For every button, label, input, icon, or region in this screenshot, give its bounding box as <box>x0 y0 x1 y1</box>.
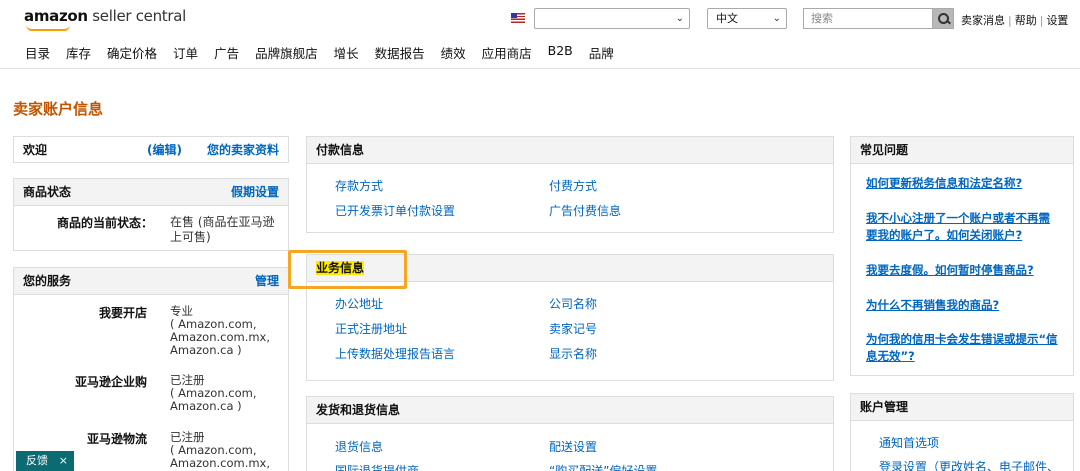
nav-pricing[interactable]: 确定价格 <box>107 43 157 62</box>
page-title: 卖家账户信息 <box>13 100 104 118</box>
edit-link[interactable]: (编辑) <box>147 137 182 163</box>
nav-orders[interactable]: 订单 <box>173 43 198 62</box>
merchant-token-link[interactable]: 卖家记号 <box>549 320 597 337</box>
listing-status-box: 商品状态 假期设置 商品的当前状态： 在售 (商品在亚马逊上可售) <box>13 178 289 251</box>
service-key: 我要开店 <box>98 306 147 320</box>
display-name-link[interactable]: 显示名称 <box>549 345 597 362</box>
nav-reports[interactable]: 数据报告 <box>375 43 425 62</box>
shipping-returns-header: 发货和退货信息 <box>307 397 833 424</box>
welcome-label: 欢迎 <box>23 143 48 157</box>
charge-methods-link[interactable]: 付费方式 <box>549 177 597 194</box>
faq-link[interactable]: 如何更新税务信息和法定名称? <box>866 175 1061 192</box>
highlight-annotation <box>288 250 407 289</box>
nav-catalog[interactable]: 目录 <box>25 43 50 62</box>
header-divider <box>0 68 1080 69</box>
chevron-down-icon: ⌄ <box>675 13 684 24</box>
amazon-smile-icon <box>26 25 70 31</box>
login-settings-link[interactable]: 登录设置（更改姓名、电子邮件、 <box>879 458 1059 471</box>
shipping-returns-box: 发货和退货信息 <box>306 396 834 471</box>
office-address-link[interactable]: 办公地址 <box>335 295 383 312</box>
account-management-title: 账户管理 <box>860 400 909 414</box>
top-links: 卖家消息 | 帮助 | 设置 <box>961 14 1069 27</box>
services-title: 您的服务 <box>23 274 72 288</box>
search-input[interactable]: 搜索 <box>803 8 933 29</box>
buy-shipping-prefs-link[interactable]: “购买配送”偏好设置 <box>549 462 657 471</box>
return-info-link[interactable]: 退货信息 <box>335 438 383 455</box>
service-key: 亚马逊物流 <box>86 432 147 446</box>
notification-prefs-link[interactable]: 通知首选项 <box>879 434 939 451</box>
service-value-l4: Amazon.ca ) <box>170 343 242 357</box>
search-icon[interactable] <box>932 8 954 29</box>
settings-link[interactable]: 设置 <box>1046 14 1068 27</box>
payment-info-header: 付款信息 <box>307 137 833 164</box>
services-header: 您的服务 管理 <box>14 268 288 295</box>
listing-status-value: 在售 (商品在亚马逊上可售) <box>170 215 275 244</box>
faq-link[interactable]: 为什么不再销售我的商品? <box>866 297 1061 314</box>
seller-profile-link[interactable]: 您的卖家资料 <box>207 137 279 163</box>
manage-services-link[interactable]: 管理 <box>255 268 279 295</box>
close-icon[interactable]: × <box>59 451 68 471</box>
company-name-link[interactable]: 公司名称 <box>549 295 597 312</box>
nav-inventory[interactable]: 库存 <box>66 43 91 62</box>
logo-brand: amazon <box>24 7 88 25</box>
logo-product: seller central <box>87 7 186 25</box>
seller-messages-link[interactable]: 卖家消息 <box>961 14 1005 27</box>
faq-link[interactable]: 我要去度假。如何暂时停售商品? <box>866 262 1061 279</box>
chevron-down-icon: ⌄ <box>772 13 781 24</box>
nav-appstore[interactable]: 应用商店 <box>482 43 532 62</box>
marketplace-select[interactable]: ⌄ <box>534 8 690 29</box>
payment-info-title: 付款信息 <box>316 143 365 157</box>
search-placeholder: 搜索 <box>811 12 833 25</box>
shipping-returns-title: 发货和退货信息 <box>316 403 401 417</box>
nav-advertising[interactable]: 广告 <box>214 43 239 62</box>
nav-b2b[interactable]: B2B <box>548 43 573 62</box>
faq-header: 常见问题 <box>851 137 1073 164</box>
service-value-l3: Amazon.ca ) <box>170 399 242 413</box>
faq-title: 常见问题 <box>860 143 909 157</box>
nav-brands[interactable]: 品牌 <box>589 43 614 62</box>
listing-status-title: 商品状态 <box>23 185 72 199</box>
services-box: 您的服务 管理 我要开店 专业 ( Amazon.com, Amazon.com… <box>13 267 289 471</box>
intl-returns-provider-link[interactable]: 国际退货提供商 <box>335 462 419 471</box>
help-link[interactable]: 帮助 <box>1015 14 1037 27</box>
nav-growth[interactable]: 增长 <box>334 43 359 62</box>
nav-stores[interactable]: 品牌旗舰店 <box>255 43 318 62</box>
listing-status-header: 商品状态 假期设置 <box>14 179 288 206</box>
feedback-label: 反馈 <box>26 454 48 467</box>
registered-address-link[interactable]: 正式注册地址 <box>335 320 407 337</box>
account-management-header: 账户管理 <box>851 394 1073 421</box>
shipping-settings-link[interactable]: 配送设置 <box>549 438 597 455</box>
faq-link[interactable]: 我不小心注册了一个账户或者不再需要我的账户了。如何关闭账户? <box>866 210 1061 244</box>
deposit-methods-link[interactable]: 存款方式 <box>335 177 383 194</box>
faq-link[interactable]: 为何我的信用卡会发生错误或提示“信息无效”? <box>866 331 1061 365</box>
welcome-box: 欢迎 (编辑) 您的卖家资料 <box>13 136 289 163</box>
language-select[interactable]: 中文 ⌄ <box>707 8 787 29</box>
language-value: 中文 <box>716 12 738 25</box>
nav-performance[interactable]: 绩效 <box>441 43 466 62</box>
us-flag-icon <box>511 13 525 23</box>
invoiced-order-payment-link[interactable]: 已开发票订单付款设置 <box>335 202 455 219</box>
service-key: 亚马逊企业购 <box>74 375 147 389</box>
listing-status-key: 商品的当前状态： <box>56 216 153 230</box>
service-value-l3: Amazon.com.mx, <box>170 456 271 470</box>
feedback-button[interactable]: 反馈 × <box>16 451 74 471</box>
upload-report-language-link[interactable]: 上传数据处理报告语言 <box>335 345 455 362</box>
vacation-settings-link[interactable]: 假期设置 <box>231 179 279 206</box>
main-nav: 目录 库存 确定价格 订单 广告 品牌旗舰店 增长 数据报告 绩效 应用商店 B… <box>25 43 630 62</box>
ad-payment-info-link[interactable]: 广告付费信息 <box>549 202 621 219</box>
amazon-seller-central-logo[interactable]: amazon seller central <box>24 7 186 31</box>
